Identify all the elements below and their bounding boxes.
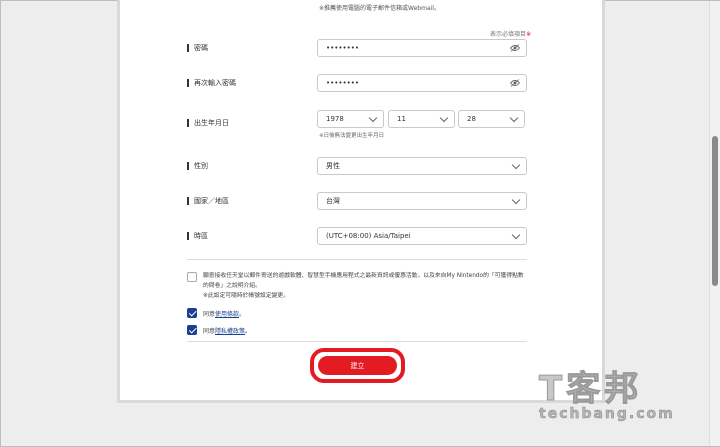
timezone-label: 時區 <box>187 230 208 242</box>
watermark-logo: T客邦 <box>539 369 643 410</box>
timezone-label-text: 時區 <box>194 232 208 240</box>
privacy-suffix: 。 <box>245 328 252 335</box>
chevron-down-icon <box>509 113 519 123</box>
newsletter-checkbox[interactable] <box>187 272 197 282</box>
password-field[interactable]: •••••••• <box>317 39 527 57</box>
gender-select[interactable]: 男性 <box>317 157 527 175</box>
required-note-text: 表示必填項目 <box>490 31 527 38</box>
gender-label: 性別 <box>187 160 208 172</box>
country-label: 國家／地區 <box>187 195 229 207</box>
required-fields-note: 表示必填項目※ <box>490 29 531 38</box>
privacy-link[interactable]: 隱私權政策 <box>215 328 245 335</box>
scrollbar-thumb[interactable] <box>712 136 718 286</box>
password-label-text: 密碼 <box>194 44 208 52</box>
timezone-value: (UTC+08:00) Asia/Taipei <box>326 232 411 240</box>
privacy-prefix: 同意 <box>203 328 216 335</box>
newsletter-consent-text: 願意接收任天堂以郵件寄送的遊戲軟體、智慧型手機應用程式之最新資訊或優惠活動，以及… <box>203 271 525 301</box>
password-confirm-label-text: 再次輸入密碼 <box>194 79 236 87</box>
techbang-watermark: T客邦 techbang.com <box>539 361 709 431</box>
birth-year-value: 1978 <box>326 115 344 123</box>
password-confirm-value: •••••••• <box>326 79 360 87</box>
country-select[interactable]: 台灣 <box>317 192 527 210</box>
birth-month-select[interactable]: 11 <box>388 110 455 128</box>
section-divider <box>187 259 527 260</box>
watermark-domain: techbang.com <box>539 406 675 423</box>
terms-suffix: 。 <box>239 311 246 318</box>
chevron-down-icon <box>511 160 521 170</box>
country-value: 台灣 <box>326 197 340 205</box>
newsletter-consent-subnote: ※此設定可隨時於帳號設定變更。 <box>203 293 290 299</box>
required-mark: ※ <box>526 31 532 38</box>
chevron-down-icon <box>439 113 449 123</box>
newsletter-consent-body: 願意接收任天堂以郵件寄送的遊戲軟體、智慧型手機應用程式之最新資訊或優惠活動，以及… <box>203 273 524 289</box>
label-bar-icon <box>187 79 189 87</box>
chevron-down-icon <box>511 230 521 240</box>
country-label-text: 國家／地區 <box>194 197 229 205</box>
gender-label-text: 性別 <box>194 162 208 170</box>
terms-link[interactable]: 使用條款 <box>215 311 239 318</box>
eye-icon[interactable] <box>510 44 520 52</box>
create-button[interactable]: 建立 <box>318 356 397 375</box>
password-value: •••••••• <box>326 44 360 52</box>
eye-icon[interactable] <box>510 79 520 87</box>
terms-label: 同意使用條款。 <box>203 309 245 318</box>
label-bar-icon <box>187 232 189 240</box>
label-bar-icon <box>187 44 189 52</box>
password-confirm-field[interactable]: •••••••• <box>317 74 527 92</box>
birth-day-select[interactable]: 28 <box>458 110 525 128</box>
label-bar-icon <box>187 197 189 205</box>
timezone-select[interactable]: (UTC+08:00) Asia/Taipei <box>317 227 527 245</box>
password-label: 密碼 <box>187 42 208 54</box>
password-confirm-label: 再次輸入密碼 <box>187 77 236 89</box>
gender-value: 男性 <box>326 162 340 170</box>
birth-month-value: 11 <box>397 115 406 123</box>
section-divider <box>187 341 527 342</box>
terms-checkbox[interactable] <box>187 308 197 318</box>
vertical-scrollbar[interactable] <box>709 1 720 446</box>
terms-prefix: 同意 <box>203 311 216 318</box>
birthday-hint: ※日後無法變更出生年月日 <box>319 133 385 139</box>
privacy-label: 同意隱私權政策。 <box>203 326 251 335</box>
label-bar-icon <box>187 162 189 170</box>
chevron-down-icon <box>368 113 378 123</box>
email-note: ※推薦使用電腦的電子郵件信箱或Webmail。 <box>319 5 440 12</box>
label-bar-icon <box>187 119 189 127</box>
birth-day-value: 28 <box>467 115 476 123</box>
browser-viewport: ※推薦使用電腦的電子郵件信箱或Webmail。 表示必填項目※ 密碼 •••••… <box>0 0 720 447</box>
birthday-label: 出生年月日 <box>187 117 229 129</box>
birth-year-select[interactable]: 1978 <box>317 110 384 128</box>
privacy-checkbox[interactable] <box>187 325 197 335</box>
chevron-down-icon <box>511 195 521 205</box>
birthday-label-text: 出生年月日 <box>194 119 229 127</box>
